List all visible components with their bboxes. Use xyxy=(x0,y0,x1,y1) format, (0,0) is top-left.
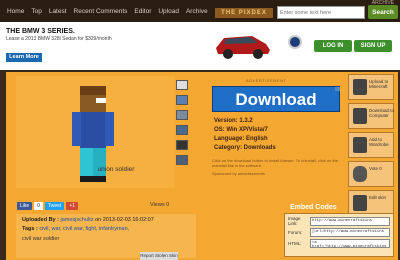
uploader-link[interactable]: jamesjschultz xyxy=(61,217,94,223)
download-info: Version: 1.3.2 OS: Win XP/Vista/7 Langua… xyxy=(214,117,276,153)
tags-line: Tags : civil, war, civil war, fight, inf… xyxy=(22,226,190,232)
nav-upload[interactable]: Upload xyxy=(158,8,179,15)
upload-date: on 2013-02-03 16:02:07 xyxy=(95,217,154,223)
social-buttons: Like 0 Tweet +1 xyxy=(17,202,79,210)
download-to-computer-button[interactable]: Download to Computer xyxy=(348,103,394,129)
main-nav: Home Top Latest Recent Comments Editor U… xyxy=(0,0,208,22)
embed-row-forum: Forum: [url=http://www.minecraftskins xyxy=(288,228,390,237)
archive-link[interactable]: ARCHIVE xyxy=(372,0,394,6)
thumb-6[interactable] xyxy=(176,155,188,165)
embed-input-html[interactable]: <a href='http://www.minecraftskins xyxy=(310,239,390,249)
views-counter: Views 0 xyxy=(150,202,169,208)
uploaded-by-label: Uploaded By : xyxy=(22,217,59,223)
embed-row-html: HTML: <a href='http://www.minecraftskins xyxy=(288,239,390,249)
ad-title: THE BMW 3 SERIES. xyxy=(6,28,75,35)
bmw-logo xyxy=(288,35,302,49)
embed-label-html: HTML: xyxy=(288,241,302,246)
thumb-3[interactable] xyxy=(176,110,188,120)
edit-label: Edit skin xyxy=(369,195,387,200)
search-input[interactable] xyxy=(277,6,365,19)
category-info: Category: Downloads xyxy=(214,145,276,151)
skin-description: civil war soldier xyxy=(22,236,60,242)
nav-recent-comments[interactable]: Recent Comments xyxy=(74,8,128,15)
ad-subtitle: Lease a 2013 BMW 328i Sedan for $329/mon… xyxy=(6,36,112,42)
thumb-2[interactable] xyxy=(176,95,188,105)
tags-label: Tags : xyxy=(22,226,38,232)
download-label: Download to Computer xyxy=(369,108,395,118)
nav-editor[interactable]: Editor xyxy=(134,8,151,15)
download-button[interactable]: Download xyxy=(212,86,340,112)
ad-choices-icon[interactable] xyxy=(335,87,340,91)
embed-row-image: Image Link: http://www.minecraftskins xyxy=(288,216,390,226)
upload-label: Upload to Minecraft xyxy=(369,79,389,89)
language-info: Language: English xyxy=(214,136,268,142)
embed-label-image: Image Link: xyxy=(288,216,301,226)
computer-download-icon xyxy=(353,108,367,124)
embed-label-forum: Forum: xyxy=(288,230,303,235)
edit-icon xyxy=(353,195,367,211)
thumb-5[interactable] xyxy=(176,140,188,150)
upload-icon xyxy=(353,79,367,95)
embed-input-image[interactable]: http://www.minecraftskins xyxy=(310,216,390,226)
thumbnail-strip xyxy=(176,80,190,170)
embed-codes-title: Embed Codes xyxy=(290,204,337,211)
download-disclaimer: Click on the download button to install … xyxy=(212,158,344,176)
sponsored-text: Sponsored by advertisements xyxy=(212,171,265,176)
vote-button[interactable]: Vote 0 xyxy=(348,161,394,187)
nav-home[interactable]: Home xyxy=(7,8,24,15)
ad-text: THE BMW 3 SERIES. Lease a 2013 BMW 328i … xyxy=(6,28,156,42)
signup-button[interactable]: SIGN UP xyxy=(354,40,392,52)
heart-icon xyxy=(353,166,367,182)
wardrobe-icon xyxy=(353,137,367,153)
thumb-1[interactable] xyxy=(176,80,188,90)
os-info: OS: Win XP/Vista/7 xyxy=(214,127,268,133)
report-stolen-skin-button[interactable]: Report Stolen Skin xyxy=(140,252,178,260)
advertisement-label: ADVERTISEMENT xyxy=(246,78,287,83)
views-count: 0 xyxy=(166,202,170,208)
views-label: Views xyxy=(150,202,165,208)
skin-name: union soldier xyxy=(97,166,135,173)
disclaimer-text: Click on the download button to install … xyxy=(212,158,338,168)
version-info: Version: 1.3.2 xyxy=(214,118,253,124)
nav-archive[interactable]: Archive xyxy=(186,8,208,15)
vote-label: Vote 0 xyxy=(369,166,382,171)
plus-one-button[interactable]: +1 xyxy=(66,202,79,210)
search-button[interactable]: Search xyxy=(368,5,398,19)
uploaded-by-line: Uploaded By : jamesjschultz on 2013-02-0… xyxy=(22,217,190,223)
nav-top[interactable]: Top xyxy=(31,8,41,15)
embed-codes-box: Image Link: http://www.minecraftskins Fo… xyxy=(284,213,394,257)
add-to-wardrobe-button[interactable]: Add to Wardrobe xyxy=(348,132,394,158)
like-count: 0 xyxy=(34,202,43,210)
embed-input-forum[interactable]: [url=http://www.minecraftskins xyxy=(310,228,390,237)
thumb-4[interactable] xyxy=(176,125,188,135)
nav-latest[interactable]: Latest xyxy=(49,8,67,15)
wardrobe-label: Add to Wardrobe xyxy=(369,137,389,147)
car-image xyxy=(216,36,270,59)
top-nav-bar: Home Top Latest Recent Comments Editor U… xyxy=(0,0,400,22)
login-button[interactable]: LOG IN xyxy=(314,40,352,52)
site-logo[interactable]: THE PIXDEX xyxy=(215,8,273,18)
learn-more-button[interactable]: Learn More xyxy=(6,53,42,62)
upload-to-minecraft-button[interactable]: Upload to Minecraft xyxy=(348,74,394,100)
like-button[interactable]: Like xyxy=(17,202,33,210)
action-buttons: Upload to Minecraft Download to Computer… xyxy=(348,74,396,219)
tweet-button[interactable]: Tweet xyxy=(44,202,65,210)
tags-links[interactable]: civil, war, civil war, fight, infantryma… xyxy=(39,226,129,232)
